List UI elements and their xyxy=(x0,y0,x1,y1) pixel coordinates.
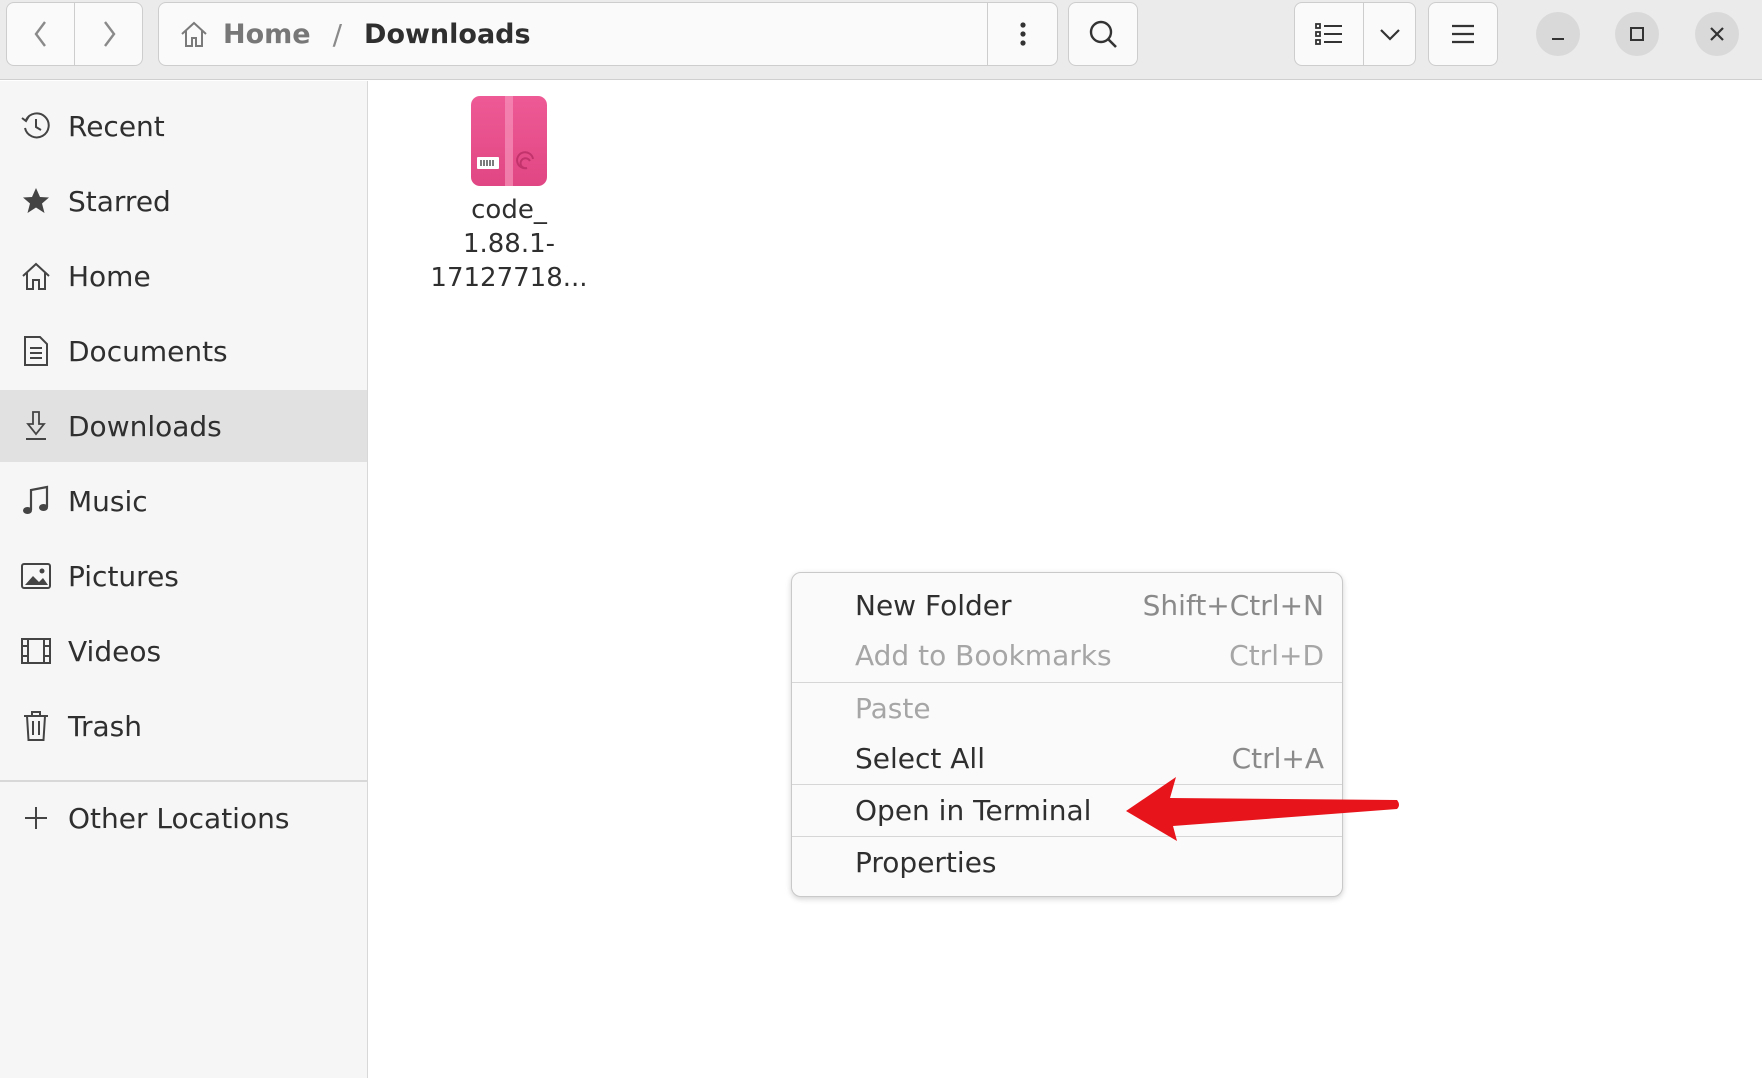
menu-item-add-to-bookmarks[interactable]: Add to Bookmarks Ctrl+D xyxy=(792,630,1342,680)
menu-item-select-all[interactable]: Select All Ctrl+A xyxy=(792,733,1342,783)
file-name-line: code_ xyxy=(471,195,547,225)
sidebar-item-recent[interactable]: Recent xyxy=(0,90,367,162)
sidebar-item-label: Videos xyxy=(68,634,162,668)
file-name-line: 1.88.1- xyxy=(462,229,556,259)
sidebar-item-videos[interactable]: Videos xyxy=(0,615,367,687)
home-icon xyxy=(18,258,54,294)
menu-item-label: Properties xyxy=(855,845,997,879)
home-icon xyxy=(181,21,207,47)
sidebar-item-label: Recent xyxy=(68,109,165,143)
forward-button[interactable] xyxy=(75,2,143,66)
chevron-left-icon xyxy=(34,21,46,47)
sidebar-item-pictures[interactable]: Pictures xyxy=(0,540,367,612)
close-button[interactable] xyxy=(1695,12,1739,56)
view-buttons xyxy=(1294,2,1416,66)
menu-item-label: Paste xyxy=(855,691,931,725)
menu-item-shortcut: Ctrl+D xyxy=(1229,638,1324,672)
breadcrumb-current[interactable]: Downloads xyxy=(364,19,531,50)
sidebar-item-label: Downloads xyxy=(68,409,222,443)
menu-item-label: New Folder xyxy=(855,588,1012,622)
menu-item-shortcut: Ctrl+A xyxy=(1231,741,1324,775)
sidebar-item-label: Pictures xyxy=(68,559,179,593)
star-icon xyxy=(18,183,54,219)
breadcrumb-separator: / xyxy=(332,17,343,51)
sidebar-item-trash[interactable]: Trash xyxy=(0,690,367,762)
history-buttons xyxy=(6,2,143,66)
search-icon xyxy=(1089,20,1117,48)
file-item[interactable]: code_ 1.88.1- 17127718... xyxy=(424,95,594,295)
plus-icon xyxy=(18,800,54,836)
breadcrumb-home[interactable]: Home xyxy=(179,19,311,50)
menu-item-shortcut: Shift+Ctrl+N xyxy=(1142,588,1324,622)
maximize-icon xyxy=(1630,27,1644,41)
back-button[interactable] xyxy=(6,2,75,66)
minimize-button[interactable] xyxy=(1536,12,1580,56)
maximize-button[interactable] xyxy=(1615,12,1659,56)
clock-icon xyxy=(18,108,54,144)
list-view-icon xyxy=(1315,23,1342,45)
download-icon xyxy=(18,408,54,444)
menu-item-paste[interactable]: Paste xyxy=(792,683,1342,733)
music-note-icon xyxy=(18,483,54,519)
sidebar-item-other-locations[interactable]: Other Locations xyxy=(0,782,367,854)
path-bar: Home / Downloads xyxy=(158,2,1058,66)
breadcrumb-home-label: Home xyxy=(223,18,311,50)
header-bar: Home / Downloads xyxy=(0,0,1762,80)
debian-package-icon xyxy=(471,96,547,186)
context-menu: New Folder Shift+Ctrl+N Add to Bookmarks… xyxy=(791,572,1343,897)
view-options-button[interactable] xyxy=(1364,2,1416,66)
document-icon xyxy=(18,333,54,369)
trash-icon xyxy=(18,708,54,744)
path-menu-button[interactable] xyxy=(987,3,1057,65)
main-menu-button[interactable] xyxy=(1428,2,1498,66)
hamburger-menu-icon xyxy=(1452,24,1474,44)
sidebar-item-label: Other Locations xyxy=(68,801,290,835)
sidebar-item-label: Music xyxy=(68,484,148,518)
search-button[interactable] xyxy=(1068,2,1138,66)
film-icon xyxy=(18,633,54,669)
menu-item-label: Add to Bookmarks xyxy=(855,638,1112,672)
sidebar-item-starred[interactable]: Starred xyxy=(0,165,367,237)
sidebar-item-music[interactable]: Music xyxy=(0,465,367,537)
menu-item-label: Select All xyxy=(855,741,985,775)
sidebar-item-documents[interactable]: Documents xyxy=(0,315,367,387)
vertical-ellipsis-icon xyxy=(1019,22,1026,46)
chevron-down-icon xyxy=(1379,29,1400,41)
minimize-icon xyxy=(1552,38,1564,40)
sidebar: Recent Starred Home Documents Downloads … xyxy=(0,81,368,1078)
picture-icon xyxy=(18,558,54,594)
sidebar-item-label: Starred xyxy=(68,184,171,218)
menu-item-new-folder[interactable]: New Folder Shift+Ctrl+N xyxy=(792,580,1342,630)
menu-item-open-in-terminal[interactable]: Open in Terminal xyxy=(792,785,1342,835)
sidebar-item-home[interactable]: Home xyxy=(0,240,367,312)
list-view-button[interactable] xyxy=(1294,2,1364,66)
chevron-right-icon xyxy=(103,21,115,47)
sidebar-item-label: Home xyxy=(68,259,151,293)
file-name-line: 17127718... xyxy=(430,263,588,293)
menu-item-properties[interactable]: Properties xyxy=(792,837,1342,887)
close-icon xyxy=(1710,27,1724,41)
sidebar-item-downloads[interactable]: Downloads xyxy=(0,390,367,462)
sidebar-item-label: Trash xyxy=(68,709,142,743)
menu-item-label: Open in Terminal xyxy=(855,793,1092,827)
file-name: code_ 1.88.1- 17127718... xyxy=(430,193,587,295)
sidebar-item-label: Documents xyxy=(68,334,228,368)
